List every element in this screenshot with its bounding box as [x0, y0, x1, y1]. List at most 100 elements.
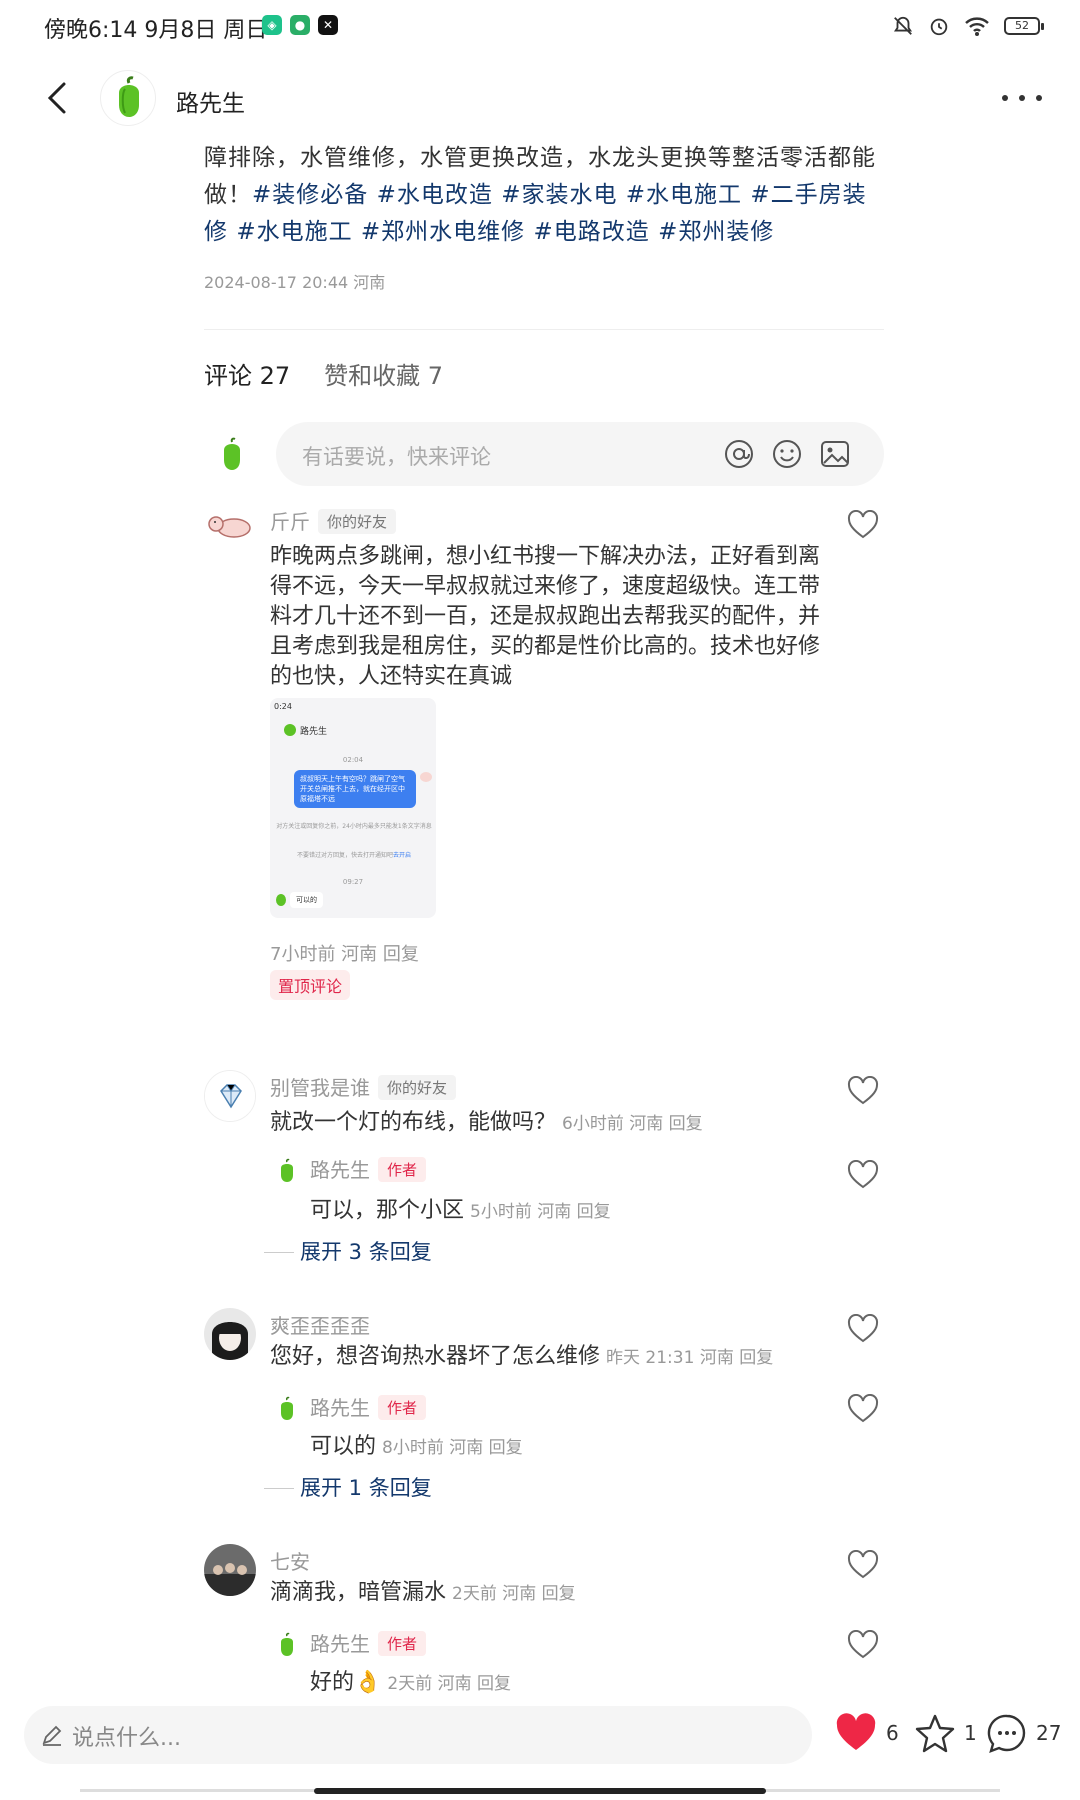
hashtag[interactable]: #水电施工	[236, 219, 352, 245]
commenter-name[interactable]: 斤斤 你的好友	[270, 506, 397, 535]
heart-icon[interactable]	[846, 1394, 880, 1424]
reply-text-body: 可以的	[310, 1434, 377, 1459]
tab-comments[interactable]: 评论 27	[204, 356, 290, 391]
reply-author-name[interactable]: 路先生 作者	[310, 1628, 427, 1657]
back-arrow-icon[interactable]	[38, 78, 78, 118]
commenter-avatar[interactable]	[204, 1308, 256, 1360]
reply-author-name[interactable]: 路先生 作者	[310, 1154, 427, 1183]
comment-text-body: 滴滴我，暗管漏水	[270, 1580, 447, 1605]
comment-meta: 2天前 河南 回复	[452, 1584, 576, 1604]
author-reply-avatar[interactable]	[274, 1396, 300, 1422]
wifi-icon	[965, 17, 989, 36]
author-avatar[interactable]	[100, 70, 156, 126]
friend-badge: 你的好友	[318, 509, 397, 534]
hashtag[interactable]: #水电改造	[377, 182, 493, 208]
heart-icon[interactable]	[846, 1550, 880, 1580]
expand-replies[interactable]: 展开 1 条回复	[264, 1472, 432, 1502]
home-indicator[interactable]	[314, 1788, 766, 1794]
diamond-avatar-icon	[205, 1071, 255, 1121]
comment-meta: 昨天 21:31 河南 回复	[606, 1348, 774, 1368]
comment-text: 昨晚两点多跳闸，想小红书搜一下解决办法，正好看到离得不远，今天一早叔叔就过来修了…	[270, 544, 821, 689]
emoji-icon[interactable]	[770, 437, 804, 471]
status-bar: 傍晚6:14 9月8日 周日 ◈ ● ✕ 52	[0, 0, 1080, 54]
author-reply-avatar[interactable]	[274, 1632, 300, 1658]
commenter-name-text[interactable]: 斤斤	[270, 510, 310, 534]
expand-line	[264, 1488, 294, 1489]
wechat-icon: ●	[290, 15, 310, 35]
comment-button[interactable]: 27	[986, 1708, 1061, 1758]
reply-text-body: 好的👌	[310, 1670, 382, 1695]
pig-avatar-icon	[204, 502, 256, 554]
comment-bar: 有话要说，快来评论	[204, 422, 884, 486]
hashtag[interactable]: #装修必备	[252, 182, 368, 208]
commenter-avatar[interactable]	[204, 1070, 256, 1122]
like-button[interactable]: 6	[834, 1708, 899, 1758]
author-badge: 作者	[378, 1395, 427, 1420]
heart-icon[interactable]	[846, 1630, 880, 1660]
comment-input[interactable]: 有话要说，快来评论	[276, 422, 884, 486]
star-icon	[915, 1714, 955, 1753]
author-name[interactable]: 路先生	[176, 84, 245, 118]
hashtag[interactable]: #家装水电	[501, 182, 617, 208]
top-bar: 路先生	[0, 60, 1080, 136]
post-meta: 2024-08-17 20:44 河南	[204, 273, 386, 292]
friend-badge: 你的好友	[378, 1075, 457, 1100]
hashtag[interactable]: #电路改造	[534, 219, 650, 245]
thumb-timestamp: 02:04	[342, 756, 364, 764]
commenter-avatar[interactable]	[204, 1544, 256, 1596]
comment-text-body: 就改一个灯的布线，能做吗？	[270, 1110, 557, 1135]
girl-avatar-icon	[204, 1308, 256, 1360]
comment-bubble-icon	[987, 1714, 1026, 1753]
hashtag[interactable]: #郑州水电维修	[361, 219, 525, 245]
commenter-avatar[interactable]	[204, 502, 256, 554]
expand-replies[interactable]: 展开 3 条回复	[264, 1236, 432, 1266]
comment-image[interactable]: 0:24 路先生 02:04 叔叔明天上午有空吗？跳闸了空气开关总闸推不上去，就…	[270, 698, 436, 918]
author-badge: 作者	[378, 1157, 427, 1182]
commenter-name[interactable]: 七安	[270, 1546, 310, 1575]
heart-icon[interactable]	[846, 510, 880, 540]
thumb-notice: 对方关注或回复你之前，24小时内最多只能发1条文字消息	[276, 823, 432, 830]
say-something-input[interactable]: 说点什么...	[24, 1706, 812, 1764]
group-photo-avatar-icon	[204, 1544, 256, 1596]
heart-icon[interactable]	[846, 1314, 880, 1344]
status-icons: 52	[892, 10, 1044, 42]
reply-text: 可以，那个小区 5小时前 河南 回复	[310, 1192, 611, 1224]
post-text: 障排除，水管维修，水管更换改造，水龙头更换等整活零活都能做！#装修必备 #水电改…	[204, 140, 884, 251]
comment-text: 滴滴我，暗管漏水 2天前 河南 回复	[270, 1578, 820, 1609]
mention-icon[interactable]	[722, 437, 756, 471]
thumb-time: 0:24	[274, 702, 292, 711]
commenter-name[interactable]: 爽歪歪歪歪	[270, 1310, 370, 1339]
comment-placeholder: 有话要说，快来评论	[302, 445, 491, 469]
commenter-name[interactable]: 别管我是谁 你的好友	[270, 1072, 457, 1101]
thumb-notice-2-text: 不要错过对方回复，快去打开通知吧	[296, 852, 393, 859]
expand-line	[264, 1252, 294, 1253]
reply-author-name-text[interactable]: 路先生	[310, 1632, 370, 1656]
thumb-pig-avatar	[420, 772, 432, 782]
heart-icon[interactable]	[846, 1076, 880, 1106]
capcut-icon: ✕	[318, 15, 338, 35]
comment-count: 27	[1036, 1721, 1062, 1745]
status-time: 傍晚6:14 9月8日 周日	[44, 18, 268, 43]
author-reply-avatar[interactable]	[274, 1158, 300, 1184]
hashtag[interactable]: #水电施工	[626, 182, 742, 208]
collect-button[interactable]: 1	[914, 1708, 977, 1758]
comment-text: 就改一个灯的布线，能做吗？ 6小时前 河南 回复	[270, 1108, 820, 1139]
reply-author-name[interactable]: 路先生 作者	[310, 1392, 427, 1421]
thumb-title: 路先生	[300, 727, 328, 737]
reply-author-name-text[interactable]: 路先生	[310, 1158, 370, 1182]
bottom-bar: 说点什么... 6 1 27	[0, 1694, 1080, 1774]
expand-replies-text[interactable]: 展开 3 条回复	[300, 1240, 432, 1264]
heart-icon[interactable]	[846, 1160, 880, 1190]
tab-likes[interactable]: 赞和收藏 7	[324, 356, 443, 391]
reply-author-name-text[interactable]: 路先生	[310, 1396, 370, 1420]
battery-icon: 52	[1004, 17, 1044, 35]
comment-meta: 7小时前 河南 回复	[270, 944, 419, 965]
image-icon[interactable]	[818, 437, 852, 471]
more-options-icon[interactable]	[1002, 86, 1042, 110]
author-badge: 作者	[378, 1631, 427, 1656]
say-placeholder: 说点什么...	[72, 1726, 181, 1751]
commenter-name-text[interactable]: 别管我是谁	[270, 1076, 370, 1100]
divider	[204, 329, 884, 330]
hashtag[interactable]: #郑州装修	[658, 219, 774, 245]
expand-replies-text[interactable]: 展开 1 条回复	[300, 1476, 432, 1500]
